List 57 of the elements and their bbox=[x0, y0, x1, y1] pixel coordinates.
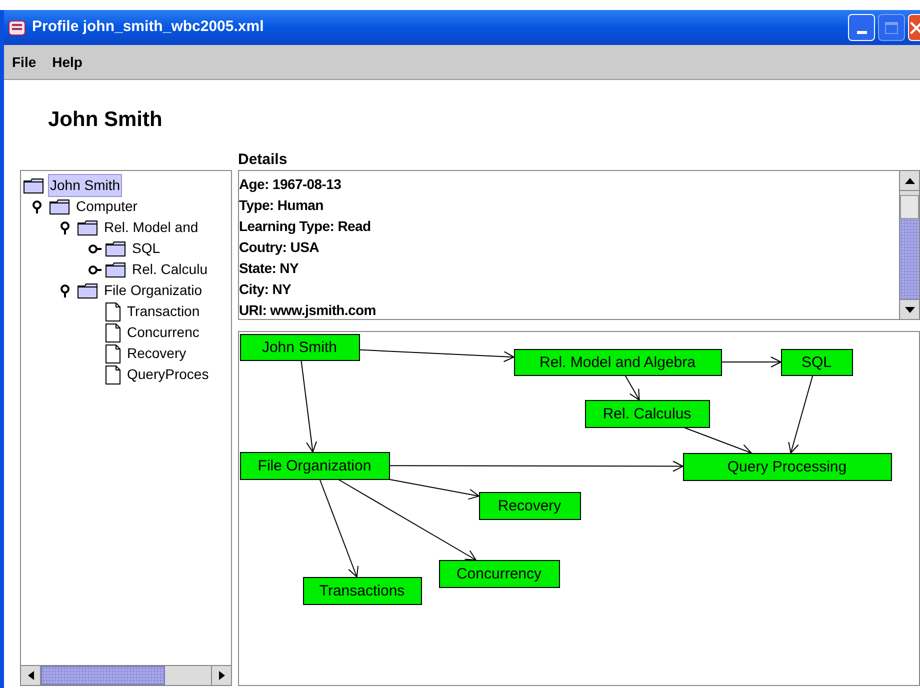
scrollbar-thumb[interactable] bbox=[900, 195, 919, 219]
arrow bbox=[720, 356, 782, 368]
detail-line: City: NY bbox=[239, 280, 292, 299]
menu-item[interactable]: File bbox=[12, 52, 36, 72]
document-icon bbox=[105, 302, 121, 322]
collapsed-handle-icon[interactable] bbox=[88, 242, 102, 256]
detail-line: Type: Human bbox=[239, 196, 324, 215]
detail-line: Learning Type: Read bbox=[239, 217, 371, 236]
minimize-button[interactable] bbox=[848, 14, 875, 41]
folder-icon bbox=[77, 220, 98, 236]
down-arrow-icon bbox=[904, 306, 914, 312]
tree-item[interactable]: File Organizatio bbox=[102, 279, 204, 302]
tree-item[interactable]: Computer bbox=[74, 195, 140, 218]
concept-node[interactable]: Recovery bbox=[479, 492, 581, 520]
collapsed-handle-icon[interactable] bbox=[88, 262, 102, 276]
tree-item[interactable]: Transaction bbox=[125, 300, 202, 323]
details-label: Details bbox=[238, 150, 288, 170]
tree-item[interactable]: Concurrenc bbox=[125, 321, 202, 344]
tree-item[interactable]: QueryProces bbox=[125, 363, 211, 386]
document-icon bbox=[105, 344, 121, 364]
window-title: Profile john_smith_wbc2005.xml bbox=[32, 17, 264, 38]
left-arrow-icon bbox=[28, 671, 34, 680]
tree-item[interactable]: SQL bbox=[130, 237, 162, 260]
up-arrow-icon bbox=[904, 178, 914, 184]
horizontal-scrollbar[interactable] bbox=[21, 665, 231, 685]
tree-item[interactable]: Rel. Model and bbox=[102, 216, 200, 239]
app-icon bbox=[8, 18, 26, 36]
concept-node[interactable]: File Organization bbox=[240, 452, 390, 480]
folder-icon bbox=[23, 178, 44, 194]
detail-line: Coutry: USA bbox=[239, 238, 319, 257]
detail-line: State: NY bbox=[239, 259, 299, 278]
arrow bbox=[682, 426, 752, 455]
folder-icon bbox=[105, 240, 126, 256]
concept-node[interactable]: Rel. Model and Algebra bbox=[514, 349, 722, 376]
concept-node[interactable]: Transactions bbox=[303, 577, 422, 605]
right-arrow-icon bbox=[218, 671, 224, 680]
folder-icon bbox=[77, 282, 98, 298]
close-button[interactable] bbox=[908, 14, 920, 41]
tree-item[interactable]: Recovery bbox=[125, 342, 188, 365]
detail-line: Age: 1967-08-13 bbox=[239, 175, 342, 194]
arrow bbox=[624, 374, 640, 401]
concept-node[interactable]: SQL bbox=[781, 349, 853, 376]
concept-node[interactable]: Rel. Calculus bbox=[585, 400, 710, 428]
document-icon bbox=[105, 322, 121, 342]
tree-item[interactable]: John Smith bbox=[48, 174, 122, 197]
folder-icon bbox=[105, 262, 126, 278]
scrollbar-thumb[interactable] bbox=[41, 666, 165, 685]
vertical-scrollbar[interactable] bbox=[899, 171, 919, 319]
menu-item[interactable]: Help bbox=[52, 52, 82, 72]
folder-icon bbox=[49, 198, 70, 214]
concept-node[interactable]: Query Processing bbox=[683, 453, 892, 481]
concept-node[interactable]: John Smith bbox=[240, 334, 360, 361]
concept-node[interactable]: Concurrency bbox=[439, 560, 560, 588]
tree-item[interactable]: Rel. Calculu bbox=[130, 258, 210, 281]
detail-line: URI: www.jsmith.com bbox=[239, 301, 376, 320]
document-icon bbox=[105, 364, 121, 384]
profile-name: John Smith bbox=[48, 109, 162, 130]
